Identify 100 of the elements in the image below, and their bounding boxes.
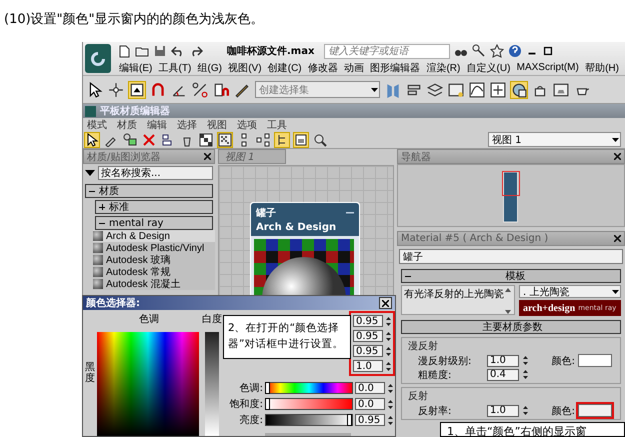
close-button[interactable]: [379, 297, 392, 309]
spinner-icon[interactable]: [522, 405, 529, 416]
number-field[interactable]: 0.95: [353, 315, 383, 327]
material-editor-icon[interactable]: [511, 82, 527, 98]
material-item[interactable]: Autodesk 常规: [93, 266, 215, 278]
menu-item[interactable]: 工具: [267, 118, 287, 132]
menu-item[interactable]: 自定义(U): [466, 60, 510, 74]
percent-snap-icon[interactable]: [192, 82, 208, 98]
checker-map-icon[interactable]: [199, 132, 213, 146]
spinner-icon[interactable]: [387, 414, 394, 426]
select-arrow-icon[interactable]: [85, 132, 99, 146]
spinner-icon[interactable]: [385, 316, 392, 326]
spinner-icon[interactable]: [522, 355, 529, 366]
material-item[interactable]: Autodesk 玻璃: [93, 254, 215, 266]
move-icon[interactable]: [108, 82, 124, 98]
spinner-icon[interactable]: [522, 369, 529, 380]
template-dropdown[interactable]: . 上光陶瓷: [519, 285, 621, 298]
search-field[interactable]: 键入关键字或短语: [324, 44, 450, 58]
scrollbar-icon[interactable]: [504, 287, 512, 315]
save-icon[interactable]: [153, 44, 167, 58]
layout-children-icon[interactable]: [256, 132, 270, 146]
select-object-icon[interactable]: [129, 82, 145, 98]
menu-item[interactable]: 渲染(R): [426, 60, 460, 74]
slider-thumb[interactable]: [265, 382, 270, 394]
close-icon[interactable]: [382, 300, 389, 306]
material-item[interactable]: Autodesk Plastic/Vinyl: [93, 242, 215, 254]
selection-set-dropdown[interactable]: 创建选择集: [255, 81, 380, 98]
close-icon[interactable]: [614, 153, 621, 160]
close-icon[interactable]: [614, 235, 621, 242]
menu-item[interactable]: MAXScript(M): [516, 62, 579, 73]
number-field[interactable]: 0.4: [487, 368, 519, 380]
number-field[interactable]: 0.95: [353, 330, 383, 342]
color-slider[interactable]: [265, 398, 353, 410]
menu-item[interactable]: 组(G): [198, 60, 222, 74]
number-field[interactable]: 0.95: [355, 414, 385, 426]
material-item[interactable]: Autodesk 混凝土: [93, 278, 215, 290]
zoom-icon[interactable]: [313, 132, 327, 146]
curve-editor-icon[interactable]: [469, 82, 485, 98]
help-icon[interactable]: [508, 44, 522, 58]
menu-item[interactable]: 编辑: [147, 118, 167, 132]
color-slider[interactable]: [265, 382, 353, 394]
close-icon[interactable]: [204, 153, 211, 160]
tree-group[interactable]: 标准: [95, 200, 213, 214]
spinner-icon[interactable]: [385, 346, 392, 356]
number-field[interactable]: 1.0: [487, 354, 519, 366]
view-dropdown[interactable]: 视图 1: [488, 132, 621, 147]
tree-group[interactable]: mental ray: [95, 216, 213, 230]
number-field[interactable]: 0.0: [355, 398, 385, 410]
slider-thumb[interactable]: [265, 398, 270, 410]
slider-thumb[interactable]: [346, 414, 352, 426]
menu-item[interactable]: 编辑(E): [119, 60, 152, 74]
number-field[interactable]: 1.0: [353, 360, 383, 372]
select-arrow-icon[interactable]: [87, 82, 103, 98]
star-icon[interactable]: [490, 44, 504, 58]
schematic-view-icon[interactable]: [490, 82, 506, 98]
search-field[interactable]: 按名称搜索...: [98, 166, 213, 180]
rollout-header[interactable]: 主要材质参数: [401, 320, 621, 334]
menu-item[interactable]: 选择: [177, 118, 197, 132]
spinner-icon[interactable]: [385, 360, 392, 372]
material-name-field[interactable]: 罐子: [399, 249, 623, 264]
menu-item[interactable]: 动画: [344, 60, 364, 74]
collapse-icon[interactable]: [99, 220, 105, 226]
menu-item[interactable]: 视图: [207, 118, 227, 132]
new-file-icon[interactable]: [117, 44, 131, 58]
color-swatch[interactable]: [578, 354, 612, 367]
maximize-icon[interactable]: [542, 45, 554, 57]
collapse-icon[interactable]: [89, 188, 95, 194]
menu-item[interactable]: 视图(V): [228, 60, 262, 74]
menu-item[interactable]: 工具(T): [158, 60, 192, 74]
spinner-icon[interactable]: [387, 382, 394, 394]
tree-group[interactable]: 材质: [85, 184, 213, 198]
filter-icon[interactable]: [85, 169, 95, 177]
navigator-thumbnail-drawing[interactable]: [502, 171, 520, 223]
rendered-frame-icon[interactable]: [553, 82, 569, 98]
color-swatch[interactable]: [578, 404, 612, 417]
snap-icon[interactable]: [150, 82, 166, 98]
color-spectrum[interactable]: [97, 332, 199, 436]
color-slider[interactable]: [265, 414, 353, 426]
number-field[interactable]: 0.95: [353, 345, 383, 357]
layers-icon[interactable]: [427, 82, 443, 98]
menu-item[interactable]: 修改器: [308, 60, 338, 74]
scene-explorer-icon[interactable]: [448, 82, 464, 98]
whiteness-bar[interactable]: [205, 332, 219, 436]
menu-item[interactable]: 选项: [237, 118, 257, 132]
material-item[interactable]: Arch & Design: [93, 230, 215, 242]
menu-item[interactable]: 材质: [117, 118, 137, 132]
number-field[interactable]: 1.0: [487, 404, 519, 416]
template-list[interactable]: 有光泽反射的上光陶瓷: [401, 285, 515, 315]
menu-item[interactable]: 创建(C): [268, 60, 302, 74]
menu-item[interactable]: 模式: [87, 118, 107, 132]
collapse-icon[interactable]: [405, 273, 411, 279]
spinner-icon[interactable]: [387, 398, 394, 410]
delete-icon[interactable]: [142, 132, 156, 146]
rollout-header[interactable]: 模板: [401, 269, 621, 283]
menu-item[interactable]: 图形编辑器: [370, 60, 420, 74]
background-icon[interactable]: [218, 132, 232, 146]
spinner-icon[interactable]: [385, 330, 392, 342]
panel-icon[interactable]: [294, 132, 308, 146]
number-field[interactable]: 0.0: [355, 382, 385, 394]
assign-material-icon[interactable]: [123, 132, 137, 146]
